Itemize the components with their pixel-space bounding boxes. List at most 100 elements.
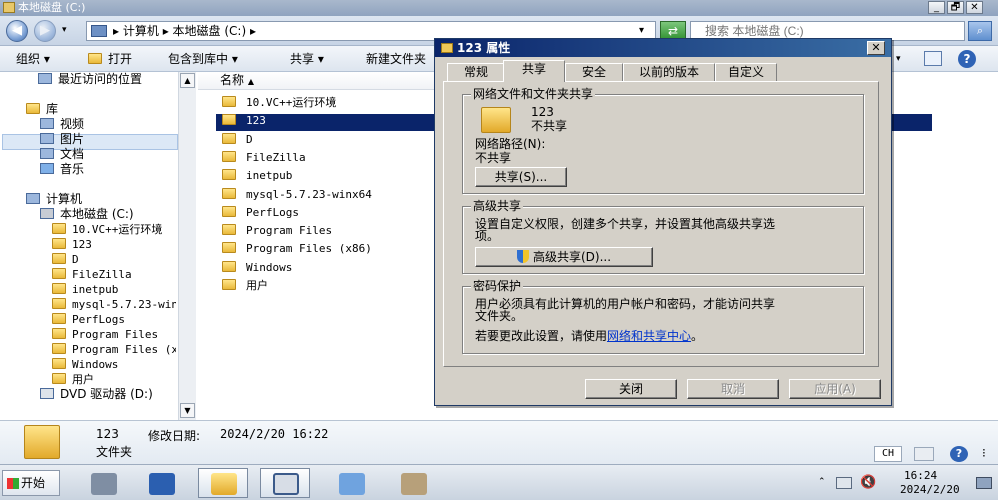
minimize-button[interactable]: _	[928, 1, 945, 14]
tab-security[interactable]: 安全	[565, 63, 623, 81]
nav-subfolder-item[interactable]: PerfLogs	[52, 312, 176, 327]
dialog-apply-button[interactable]: 应用(A)	[789, 379, 881, 399]
advanced-sharing-group: 高级共享 设置自定义权限，创建多个共享，并设置其他高级共享选 项。 高级共享(D…	[462, 199, 864, 274]
nav-scrollbar[interactable]: ▲ ▼	[178, 72, 196, 420]
close-button[interactable]: ✕	[966, 1, 983, 14]
network-icon[interactable]	[836, 477, 852, 489]
nav-item-computer[interactable]: 计算机	[26, 192, 82, 207]
folder-icon	[222, 187, 236, 199]
folder-icon	[222, 205, 236, 217]
taskbar-control-panel[interactable]	[326, 468, 376, 498]
ime-help-icon[interactable]: ?	[950, 446, 968, 462]
file-list-item[interactable]: FileZilla	[222, 150, 306, 166]
nav-item-pictures[interactable]: 图片	[40, 132, 84, 147]
nav-subfolder-item[interactable]: mysql-5.7.23-winx64	[52, 297, 176, 312]
nav-item-videos[interactable]: 视频	[40, 117, 84, 132]
speaker-muted-icon[interactable]: 🔇	[860, 475, 876, 490]
breadcrumb-computer[interactable]: 计算机	[123, 24, 159, 38]
dialog-close-button[interactable]: ✕	[867, 41, 885, 55]
file-list-item[interactable]: 123	[222, 113, 266, 129]
tab-general[interactable]: 常规	[447, 63, 505, 81]
tab-customize[interactable]: 自定义	[715, 63, 777, 81]
window-title-bar[interactable]: 本地磁盘 (C:) _ 🗗 ✕	[0, 0, 998, 16]
preview-pane-icon[interactable]	[924, 51, 942, 66]
keyboard-icon[interactable]	[914, 447, 934, 461]
file-list-item[interactable]: D	[222, 132, 253, 148]
show-hidden-icons-icon[interactable]: ⌃	[818, 477, 826, 487]
taskbar-explorer[interactable]	[198, 468, 248, 498]
nav-item-documents[interactable]: 文档	[40, 147, 84, 162]
start-button[interactable]: 开始	[2, 470, 60, 496]
tab-sharing[interactable]: 共享	[503, 60, 565, 82]
breadcrumb-drive[interactable]: 本地磁盘 (C:)	[173, 24, 247, 38]
file-list-item[interactable]: mysql-5.7.23-winx64	[222, 187, 372, 203]
nav-subfolder-item[interactable]: Program Files (x86)	[52, 342, 176, 357]
advanced-sharing-desc-line2: 项。	[475, 229, 500, 243]
tab-previous-versions[interactable]: 以前的版本	[623, 63, 715, 81]
password-protection-group-label: 密码保护	[471, 279, 524, 293]
scroll-down-icon[interactable]: ▼	[180, 403, 195, 418]
clock-date[interactable]: 2024/2/20	[900, 483, 960, 496]
dialog-title-bar[interactable]: 123 属性 ✕	[435, 39, 891, 57]
nav-selection-highlight	[2, 134, 178, 150]
share-menu-button[interactable]: 共享 ▾	[290, 51, 324, 67]
nav-subfolder-item[interactable]: Program Files	[52, 327, 176, 342]
nav-subfolder-item[interactable]: Windows	[52, 357, 176, 372]
history-dropdown-icon[interactable]: ▾	[62, 25, 67, 35]
picture-library-icon	[40, 133, 54, 144]
file-list-item[interactable]: PerfLogs	[222, 205, 299, 221]
nav-item-dvd[interactable]: DVD 驱动器 (D:)	[40, 387, 153, 402]
nav-subfolder-item[interactable]: 用户	[52, 372, 176, 387]
advanced-sharing-button[interactable]: 高级共享(D)...	[475, 247, 653, 267]
nav-subfolder-item[interactable]: D	[52, 252, 176, 267]
details-pane: 123 修改日期: 2024/2/20 16:22 文件夹	[0, 420, 998, 464]
file-list-item[interactable]: 用户	[222, 278, 268, 294]
nav-subfolder-item[interactable]: inetpub	[52, 282, 176, 297]
nav-item-library[interactable]: 库	[26, 102, 58, 117]
advanced-sharing-group-label: 高级共享	[471, 199, 524, 213]
file-list-item[interactable]: Program Files	[222, 223, 332, 239]
taskbar-installer[interactable]	[388, 468, 438, 498]
search-icon[interactable]: ⌕	[968, 21, 992, 41]
shared-folder-icon	[481, 107, 511, 133]
view-dropdown-icon[interactable]: ▾	[896, 51, 901, 67]
folder-name: 123	[531, 105, 554, 119]
dialog-close-ok-button[interactable]: 关闭	[585, 379, 677, 399]
taskbar-properties-window[interactable]	[260, 468, 310, 498]
back-button[interactable]: ◀	[6, 20, 28, 42]
nav-subfolder-item[interactable]: FileZilla	[52, 267, 176, 282]
restore-button[interactable]: 🗗	[947, 1, 964, 14]
nav-item-local-disk[interactable]: 本地磁盘 (C:)	[40, 207, 134, 222]
file-list-item[interactable]: 10.VC++运行环境	[222, 95, 336, 111]
file-list-item[interactable]: Windows	[222, 260, 292, 276]
nav-item-music[interactable]: 音乐	[40, 162, 84, 177]
taskbar-powershell[interactable]	[136, 468, 186, 498]
open-button[interactable]: 打开	[88, 51, 132, 67]
help-icon[interactable]: ?	[958, 50, 976, 68]
details-modified-label: 修改日期:	[148, 429, 201, 443]
folder-icon	[52, 268, 66, 279]
ime-indicator[interactable]: CH	[874, 446, 902, 462]
scroll-up-icon[interactable]: ▲	[180, 73, 195, 88]
include-library-button[interactable]: 包含到库中 ▾	[168, 51, 238, 67]
network-path-label: 网络路径(N):	[475, 137, 546, 151]
column-header-name[interactable]: 名称 ▲	[198, 72, 438, 90]
organize-button[interactable]: 组织 ▾	[16, 51, 50, 67]
new-folder-button[interactable]: 新建文件夹	[366, 51, 434, 67]
clock-time[interactable]: 16:24	[904, 469, 937, 482]
share-button[interactable]: 共享(S)...	[475, 167, 567, 187]
ime-options-icon[interactable]: ⁝	[982, 446, 986, 460]
network-sharing-center-link[interactable]: 网络和共享中心	[607, 329, 691, 343]
sharing-tab-panel: 网络文件和文件夹共享 123 不共享 网络路径(N): 不共享 共享(S)...…	[443, 81, 879, 367]
taskbar-server-manager[interactable]	[78, 468, 128, 498]
file-list-item[interactable]: Program Files (x86)	[222, 241, 372, 257]
nav-subfolder-item[interactable]: 123	[52, 237, 176, 252]
dialog-cancel-button[interactable]: 取消	[687, 379, 779, 399]
nav-subfolder-item[interactable]: 10.VC++运行环境	[52, 222, 176, 237]
file-list-item[interactable]: inetpub	[222, 168, 292, 184]
nav-item-recent[interactable]: 最近访问的位置	[38, 72, 142, 87]
show-desktop-icon[interactable]	[976, 477, 992, 489]
properties-dialog[interactable]: 123 属性 ✕ 常规 共享 安全 以前的版本 自定义 网络文件和文件夹共享 1…	[434, 38, 892, 406]
windows-flag-icon	[7, 478, 19, 489]
forward-button[interactable]: ▶	[34, 20, 56, 42]
